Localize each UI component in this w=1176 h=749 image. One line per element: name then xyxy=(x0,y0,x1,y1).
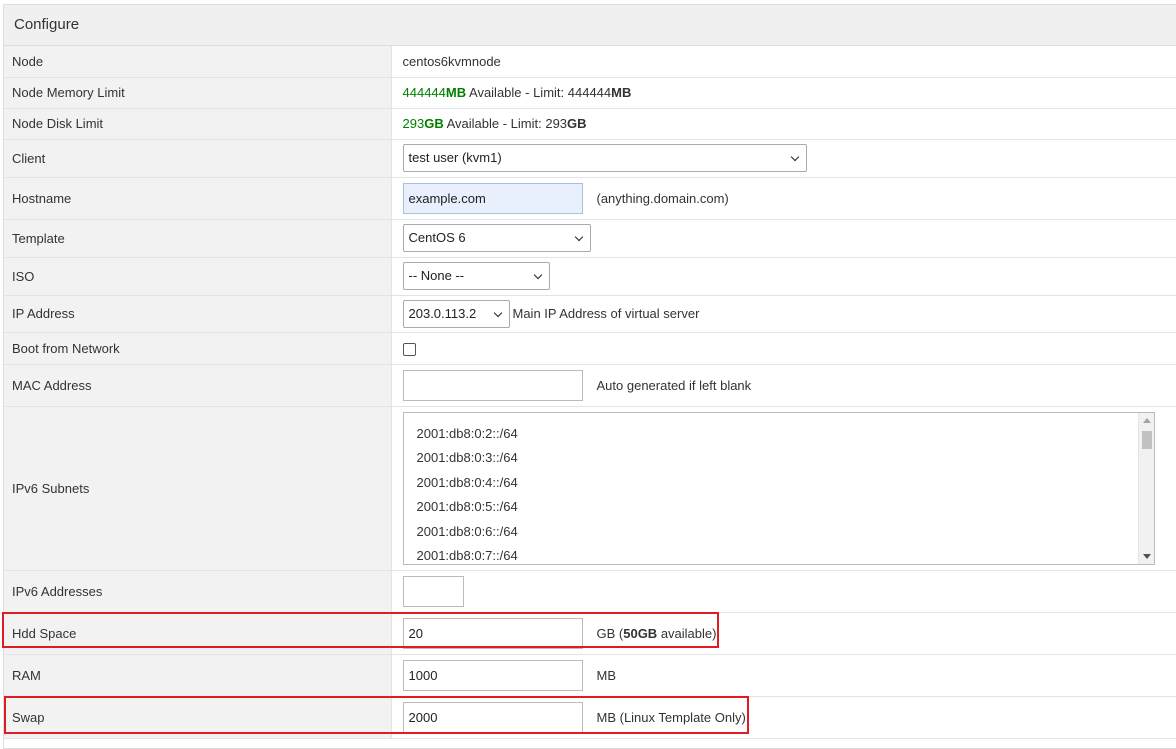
hdd-label: Hdd Space xyxy=(4,612,392,655)
node-value: centos6kvmnode xyxy=(391,46,1176,78)
ipv6-subnets-listbox[interactable]: 2001:db8:0:2::/64 2001:db8:0:3::/64 2001… xyxy=(402,411,1155,565)
configure-panel: Configure Node centos6kvmnode Node Memor… xyxy=(3,4,1176,749)
memory-available-unit: MB xyxy=(445,85,467,100)
row-boot: Boot from Network xyxy=(4,332,1176,365)
ipv6-subnets-label: IPv6 Subnets xyxy=(4,406,392,571)
row-disk: Node Disk Limit 293GB Available - Limit:… xyxy=(4,108,1176,140)
disk-value: 293GB Available - Limit: 293GB xyxy=(391,108,1176,140)
iso-label: ISO xyxy=(4,257,392,296)
memory-limit-num: 444444 xyxy=(567,85,612,100)
scroll-up-arrow-icon[interactable] xyxy=(1142,417,1151,423)
row-swap: Swap 2000 MB (Linux Template Only) xyxy=(4,696,1176,739)
configure-form: Node centos6kvmnode Node Memory Limit 44… xyxy=(4,46,1176,739)
scroll-down-arrow-icon[interactable] xyxy=(1142,553,1151,559)
row-template: Template CentOS 6 xyxy=(4,219,1176,258)
disk-available-text: Available - Limit: xyxy=(443,116,546,131)
hdd-hint-available: 50GB xyxy=(623,625,658,641)
memory-available-num: 444444 xyxy=(402,85,446,100)
disk-limit-unit: GB xyxy=(567,116,587,131)
ram-input[interactable]: 1000 xyxy=(402,659,583,691)
row-ip: IP Address 203.0.113.2 Main IP Address of… xyxy=(4,295,1176,333)
hdd-hint-prefix: GB ( xyxy=(596,625,624,641)
ip-hint: Main IP Address of virtual server xyxy=(512,306,700,321)
hostname-label: Hostname xyxy=(4,177,392,220)
ipv6-subnet-option[interactable]: 2001:db8:0:2::/64 xyxy=(417,424,518,449)
swap-label: Swap xyxy=(4,696,392,739)
ram-label: RAM xyxy=(4,654,392,697)
row-iso: ISO -- None -- xyxy=(4,257,1176,296)
memory-label: Node Memory Limit xyxy=(4,77,392,109)
scrollbar-thumb[interactable] xyxy=(1141,430,1152,449)
hdd-hint: GB (50GB available) xyxy=(597,626,717,641)
chevron-down-icon xyxy=(574,232,583,242)
disk-available-num: 293 xyxy=(402,116,425,131)
ipv6-subnets-options: 2001:db8:0:2::/64 2001:db8:0:3::/64 2001… xyxy=(417,424,518,564)
client-selected: test user (kvm1) xyxy=(408,150,502,165)
chevron-down-icon xyxy=(790,152,799,162)
disk-available-unit: GB xyxy=(424,116,444,131)
ipv6-subnet-option[interactable]: 2001:db8:0:7::/64 xyxy=(417,546,518,564)
memory-limit-unit: MB xyxy=(611,85,632,100)
ip-selected: 203.0.113.2 xyxy=(408,305,477,321)
ipv6-subnet-option[interactable]: 2001:db8:0:5::/64 xyxy=(417,497,518,522)
ipv6-subnet-option[interactable]: 2001:db8:0:6::/64 xyxy=(417,522,518,547)
disk-label: Node Disk Limit xyxy=(4,108,392,140)
iso-selected: -- None -- xyxy=(408,268,465,283)
memory-value: 444444MB Available - Limit: 444444MB xyxy=(391,77,1176,109)
node-label: Node xyxy=(4,46,392,78)
swap-input[interactable]: 2000 xyxy=(402,701,583,733)
boot-from-network-checkbox[interactable] xyxy=(402,342,416,356)
memory-available-text: Available - Limit: xyxy=(466,85,568,100)
template-label: Template xyxy=(4,219,392,258)
ipv6-addresses-label: IPv6 Addresses xyxy=(4,570,392,613)
ipv6-addresses-input[interactable] xyxy=(402,575,464,607)
hostname-hint: (anything.domain.com) xyxy=(596,190,729,206)
row-memory: Node Memory Limit 444444MB Available - L… xyxy=(4,77,1176,109)
mac-input[interactable] xyxy=(402,369,583,401)
ipv6-subnet-option[interactable]: 2001:db8:0:4::/64 xyxy=(417,473,518,498)
mac-hint: Auto generated if left blank xyxy=(596,377,752,393)
listbox-scrollbar[interactable] xyxy=(1137,412,1154,564)
hdd-space-input[interactable]: 20 xyxy=(402,617,583,649)
ip-label: IP Address xyxy=(4,295,392,333)
row-hdd: Hdd Space 20 GB (50GB available) xyxy=(4,612,1176,655)
swap-hint: MB (Linux Template Only) xyxy=(596,709,746,725)
disk-limit-num: 293 xyxy=(545,116,568,131)
row-ram: RAM 1000 MB xyxy=(4,654,1176,697)
row-client: Client test user (kvm1) xyxy=(4,139,1176,178)
row-node: Node centos6kvmnode xyxy=(4,46,1176,78)
template-select[interactable]: CentOS 6 xyxy=(402,224,591,252)
panel-title: Configure xyxy=(4,5,1176,46)
boot-label: Boot from Network xyxy=(4,332,392,365)
mac-label: MAC Address xyxy=(4,364,392,407)
client-select[interactable]: test user (kvm1) xyxy=(402,144,807,172)
row-hostname: Hostname example.com (anything.domain.com… xyxy=(4,177,1176,220)
row-ipv6-addresses: IPv6 Addresses xyxy=(4,570,1176,613)
chevron-down-icon xyxy=(533,270,542,280)
hostname-input[interactable]: example.com xyxy=(402,182,583,214)
ram-hint: MB xyxy=(596,667,617,683)
ipv6-subnet-option[interactable]: 2001:db8:0:3::/64 xyxy=(417,448,518,473)
client-label: Client xyxy=(4,139,392,178)
ip-select[interactable]: 203.0.113.2 xyxy=(402,299,510,328)
chevron-down-icon xyxy=(493,308,502,317)
template-selected: CentOS 6 xyxy=(408,230,466,245)
iso-select[interactable]: -- None -- xyxy=(402,262,550,290)
row-ipv6-subnets: IPv6 Subnets 2001:db8:0:2::/64 2001:db8:… xyxy=(4,406,1176,571)
row-mac: MAC Address Auto generated if left blank xyxy=(4,364,1176,407)
hdd-hint-suffix: available) xyxy=(657,625,717,641)
